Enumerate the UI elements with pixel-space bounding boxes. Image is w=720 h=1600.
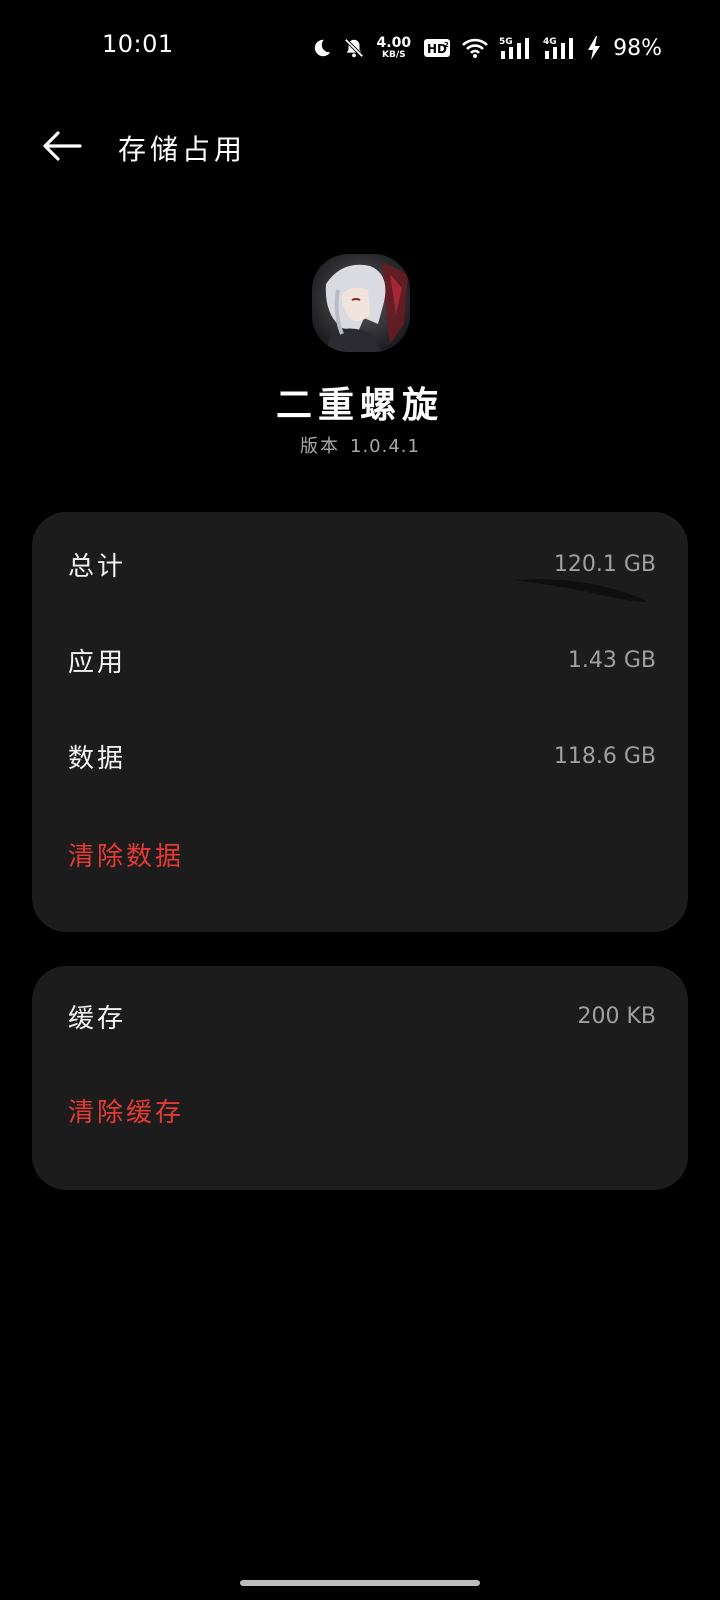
row-value-total: 120.1 GB bbox=[553, 551, 656, 577]
svg-text:5G: 5G bbox=[499, 37, 513, 47]
charging-icon bbox=[587, 36, 601, 60]
storage-card: 总计 120.1 GB 应用 1.43 GB 数据 118.6 GB 清除数据 bbox=[32, 512, 688, 932]
row-data: 数据 118.6 GB bbox=[68, 736, 656, 776]
network-speed-value: 4.00 bbox=[376, 35, 412, 51]
app-bar: 存储占用 bbox=[0, 110, 720, 182]
app-name: 二重螺旋 bbox=[275, 384, 444, 426]
moon-icon bbox=[311, 37, 333, 59]
version-number: 1.0.4.1 bbox=[350, 436, 420, 457]
row-app: 应用 1.43 GB bbox=[68, 640, 656, 680]
row-value-data: 118.6 GB bbox=[553, 743, 656, 769]
back-arrow-icon bbox=[43, 131, 82, 161]
row-value-app: 1.43 GB bbox=[567, 647, 656, 673]
row-label-total: 总计 bbox=[68, 551, 127, 582]
app-icon bbox=[312, 254, 410, 352]
svg-text:4G: 4G bbox=[543, 37, 557, 47]
status-time: 10:01 bbox=[102, 30, 174, 58]
status-icons: 4.00 KB/S HD 2 5G 4G 98% bbox=[311, 30, 662, 66]
clear-cache-button[interactable]: 清除缓存 bbox=[68, 1092, 184, 1129]
network-speed: 4.00 KB/S bbox=[377, 36, 412, 60]
row-value-cache: 200 KB bbox=[577, 1003, 656, 1029]
version-label: 版本 bbox=[300, 436, 340, 457]
cache-card: 缓存 200 KB 清除缓存 bbox=[32, 966, 688, 1190]
signal-4g-icon: 4G bbox=[543, 35, 577, 61]
row-total: 总计 120.1 GB bbox=[68, 544, 656, 584]
battery-percent: 98% bbox=[613, 35, 662, 61]
page-title: 存储占用 bbox=[118, 133, 247, 166]
signal-5g-icon: 5G bbox=[499, 35, 533, 61]
clear-data-button[interactable]: 清除数据 bbox=[68, 836, 184, 873]
network-speed-unit: KB/S bbox=[382, 50, 406, 60]
wifi-icon bbox=[461, 37, 489, 59]
row-label-data: 数据 bbox=[68, 743, 127, 774]
row-label-cache: 缓存 bbox=[68, 1003, 127, 1034]
row-label-app: 应用 bbox=[68, 647, 127, 678]
svg-text:2: 2 bbox=[444, 41, 449, 49]
back-button[interactable] bbox=[40, 124, 84, 168]
row-cache: 缓存 200 KB bbox=[68, 996, 656, 1036]
app-version: 版本 1.0.4.1 bbox=[0, 432, 720, 458]
status-bar: 10:01 4.00 KB/S HD 2 5G 4G 98% bbox=[0, 0, 720, 96]
home-indicator[interactable] bbox=[240, 1580, 480, 1586]
hd-icon: HD 2 bbox=[423, 38, 451, 58]
bell-off-icon bbox=[343, 37, 365, 59]
